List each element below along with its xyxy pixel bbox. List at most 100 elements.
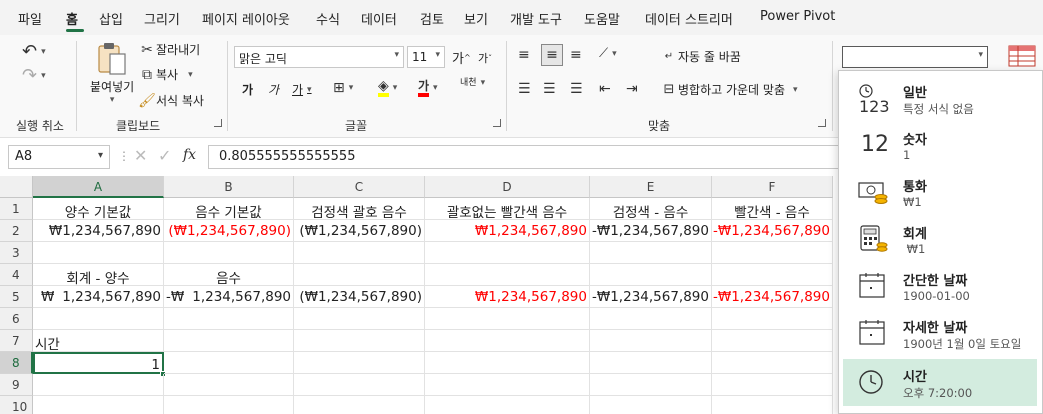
underline-button[interactable]: 가 ▾ <box>292 81 312 98</box>
cell-e5[interactable]: -₩1,234,567,890 <box>590 286 712 308</box>
row-header-7[interactable]: 7 <box>0 330 33 352</box>
fill-color-button[interactable]: ◈ ▾ <box>378 79 397 97</box>
enter-check-icon[interactable]: ✓ <box>158 146 171 165</box>
cell-a4[interactable]: 회계 - 양수 <box>33 264 164 287</box>
conditional-format-button[interactable] <box>1008 45 1036 67</box>
cell-b10[interactable] <box>164 396 294 414</box>
format-option-currency[interactable]: 통화 ₩1 <box>843 169 1037 216</box>
tab-power-pivot[interactable]: Power Pivot <box>760 9 835 24</box>
cell-d5[interactable]: ₩1,234,567,890 <box>425 286 590 308</box>
cell-e8[interactable] <box>590 352 712 374</box>
select-all-corner[interactable] <box>0 176 33 198</box>
cell-b7[interactable] <box>164 330 294 352</box>
cell-c3[interactable] <box>294 242 425 264</box>
format-option-general[interactable]: 123 일반 특정 서식 없음 <box>843 75 1037 122</box>
tab-formulas[interactable]: 수식 <box>316 9 340 28</box>
cell-d4[interactable] <box>425 264 590 286</box>
cell-e1[interactable]: 검정색 - 음수 <box>590 198 712 221</box>
cell-f6[interactable] <box>712 308 833 330</box>
tab-insert[interactable]: 삽입 <box>99 9 123 28</box>
tab-file[interactable]: 파일 <box>18 9 42 28</box>
cell-a10[interactable] <box>33 396 164 414</box>
cell-d3[interactable] <box>425 242 590 264</box>
cell-a8-selected[interactable]: 1 <box>33 352 164 374</box>
cell-c9[interactable] <box>294 374 425 396</box>
cell-d7[interactable] <box>425 330 590 352</box>
cell-b1[interactable]: 음수 기본값 <box>164 198 294 221</box>
cell-e3[interactable] <box>590 242 712 264</box>
undo-button[interactable]: ↶ ▾ <box>22 41 46 62</box>
cell-d8[interactable] <box>425 352 590 374</box>
cell-e10[interactable] <box>590 396 712 414</box>
row-header-8[interactable]: 8 <box>0 352 33 374</box>
cell-e9[interactable] <box>590 374 712 396</box>
cell-b5[interactable]: -₩ 1,234,567,890 <box>164 286 294 308</box>
format-option-short-date[interactable]: 간단한 날짜 1900-01-00 <box>843 263 1037 310</box>
decrease-font-button[interactable]: 가ˇ <box>478 50 492 66</box>
redo-button[interactable]: ↷ ▾ <box>22 65 46 86</box>
number-format-select[interactable]: ▾ <box>842 46 988 68</box>
align-center-button[interactable]: ☰ <box>543 81 556 97</box>
tab-page-layout[interactable]: 페이지 레이아웃 <box>202 9 290 28</box>
increase-indent-button[interactable]: ⇥ <box>626 81 638 97</box>
tab-draw[interactable]: 그리기 <box>144 9 180 28</box>
cell-d6[interactable] <box>425 308 590 330</box>
row-header-6[interactable]: 6 <box>0 308 33 330</box>
cell-d1[interactable]: 괄호없는 빨간색 음수 <box>425 198 590 221</box>
increase-font-button[interactable]: 가 ^ <box>452 48 471 67</box>
format-option-accounting[interactable]: 회계 ₩1 <box>843 216 1037 263</box>
cell-b2[interactable]: (₩1,234,567,890) <box>164 220 294 242</box>
cell-a3[interactable] <box>33 242 164 264</box>
font-size-select[interactable]: 11 ▾ <box>407 46 445 68</box>
align-right-button[interactable]: ☰ <box>570 81 583 97</box>
column-header-c[interactable]: C <box>294 176 425 198</box>
tab-data[interactable]: 데이터 <box>361 9 397 28</box>
font-dialog-launcher[interactable] <box>493 119 501 127</box>
tab-home[interactable]: 홈 <box>66 9 78 28</box>
decrease-indent-button[interactable]: ⇤ <box>599 81 611 97</box>
copy-button[interactable]: ⧉ 복사 ▾ <box>138 66 193 83</box>
tab-help[interactable]: 도움말 <box>584 9 620 28</box>
format-option-number[interactable]: 12 숫자 1 <box>843 122 1037 169</box>
cell-c4[interactable] <box>294 264 425 286</box>
cell-a1[interactable]: 양수 기본값 <box>33 198 164 221</box>
cell-f8[interactable] <box>712 352 833 374</box>
cell-c7[interactable] <box>294 330 425 352</box>
tab-view[interactable]: 보기 <box>464 9 488 28</box>
row-header-2[interactable]: 2 <box>0 220 33 242</box>
tab-developer[interactable]: 개발 도구 <box>510 9 562 28</box>
cut-button[interactable]: ✂ 잘라내기 <box>138 41 200 58</box>
wrap-text-button[interactable]: ↵ 자동 줄 바꿈 <box>660 48 741 65</box>
align-top-button[interactable]: ≡ <box>518 47 530 63</box>
orientation-button[interactable]: ⟋ ▾ <box>599 46 617 61</box>
cell-b9[interactable] <box>164 374 294 396</box>
cell-c10[interactable] <box>294 396 425 414</box>
tab-review[interactable]: 검토 <box>420 9 444 28</box>
cell-d2[interactable]: ₩1,234,567,890 <box>425 220 590 242</box>
column-header-a[interactable]: A <box>33 176 164 198</box>
row-header-1[interactable]: 1 <box>0 198 33 220</box>
cell-e4[interactable] <box>590 264 712 286</box>
phonetic-button[interactable]: 내천 ▾ <box>460 79 485 88</box>
cell-e2[interactable]: -₩1,234,567,890 <box>590 220 712 242</box>
align-middle-button[interactable]: ≡ <box>541 44 563 66</box>
merge-center-button[interactable]: ⊟ 병합하고 가운데 맞춤 ▾ <box>660 81 798 98</box>
format-option-time[interactable]: 시간 오후 7:20:00 <box>843 359 1037 406</box>
format-painter-button[interactable]: 🖌 서식 복사 <box>138 92 204 109</box>
column-header-b[interactable]: B <box>164 176 294 198</box>
row-header-4[interactable]: 4 <box>0 264 33 286</box>
cell-f2[interactable]: -₩1,234,567,890 <box>712 220 833 242</box>
font-color-button[interactable]: 가 ▾ <box>418 79 438 97</box>
row-header-10[interactable]: 10 <box>0 396 33 414</box>
cell-b6[interactable] <box>164 308 294 330</box>
cell-a2[interactable]: ₩1,234,567,890 <box>33 220 164 242</box>
align-left-button[interactable]: ☰ <box>518 81 531 97</box>
row-header-9[interactable]: 9 <box>0 374 33 396</box>
cell-a5[interactable]: ₩ 1,234,567,890 <box>33 286 164 308</box>
borders-button[interactable]: ⊞ ▾ <box>333 80 353 96</box>
clipboard-dialog-launcher[interactable] <box>214 119 222 127</box>
tab-data-streamer[interactable]: 데이터 스트리머 <box>645 9 733 28</box>
cell-a9[interactable] <box>33 374 164 396</box>
bold-button[interactable]: 가 <box>242 81 253 98</box>
align-bottom-button[interactable]: ≡ <box>570 47 582 63</box>
